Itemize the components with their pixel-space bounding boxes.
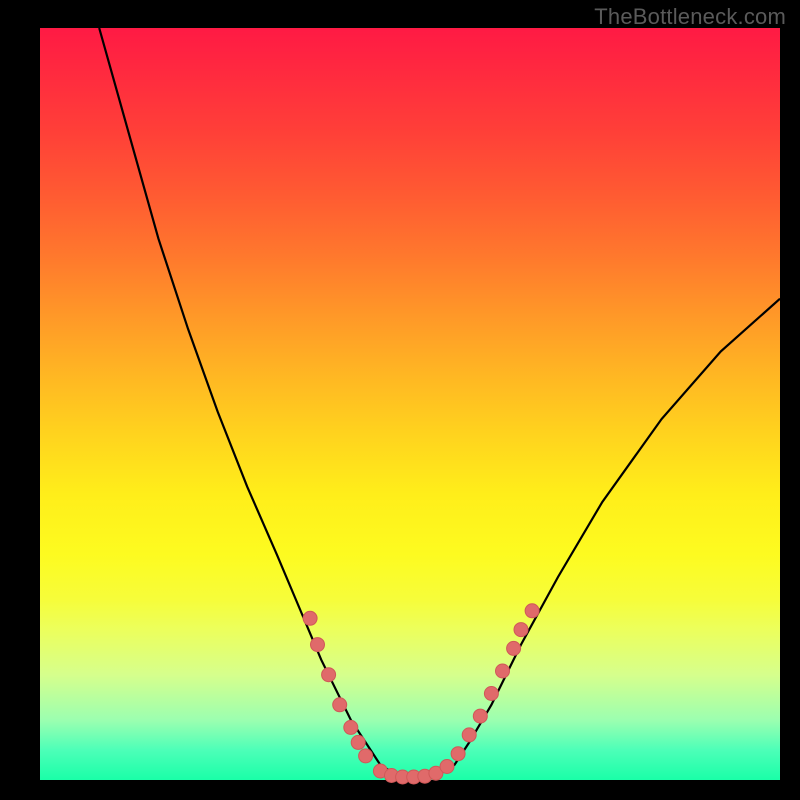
- curve-marker: [344, 720, 358, 734]
- curve-marker: [359, 749, 373, 763]
- curve-marker: [514, 623, 528, 637]
- curve-marker: [333, 698, 347, 712]
- curve-marker: [351, 735, 365, 749]
- curve-marker: [322, 668, 336, 682]
- curve-marker: [525, 604, 539, 618]
- curve-marker: [484, 687, 498, 701]
- chart-frame: TheBottleneck.com: [0, 0, 800, 800]
- curve-marker: [496, 664, 510, 678]
- curve-marker: [451, 747, 465, 761]
- plot-area: [40, 28, 780, 780]
- chart-svg: [40, 28, 780, 780]
- curve-marker: [462, 728, 476, 742]
- bottleneck-curve: [99, 28, 780, 777]
- curve-marker: [507, 641, 521, 655]
- curve-marker: [440, 760, 454, 774]
- curve-marker: [473, 709, 487, 723]
- curve-marker: [303, 611, 317, 625]
- curve-marker: [311, 638, 325, 652]
- watermark-label: TheBottleneck.com: [594, 4, 786, 30]
